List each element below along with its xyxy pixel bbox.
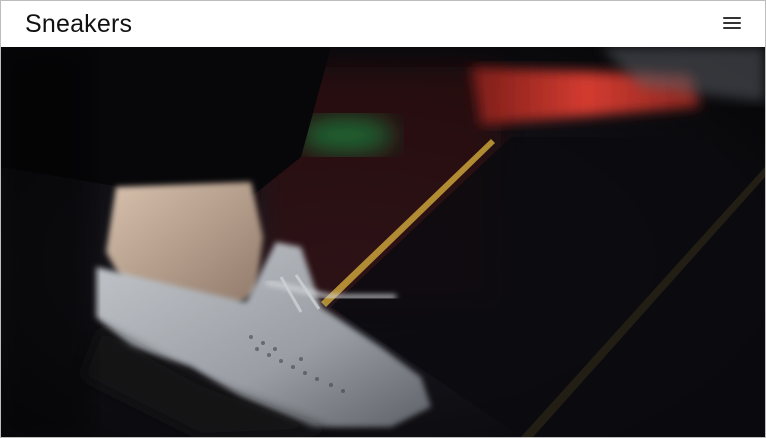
site-title[interactable]: Sneakers: [25, 9, 132, 39]
site-header: Sneakers: [1, 1, 765, 48]
vignette-left: [1, 47, 91, 437]
hero-media[interactable]: [1, 47, 765, 437]
page-frame: Sneakers: [0, 0, 766, 438]
menu-line: [723, 17, 741, 19]
hamburger-menu-icon[interactable]: [723, 14, 743, 32]
menu-line: [723, 22, 741, 24]
green-light: [298, 117, 394, 153]
hero-image: [1, 47, 765, 437]
menu-line: [723, 27, 741, 29]
